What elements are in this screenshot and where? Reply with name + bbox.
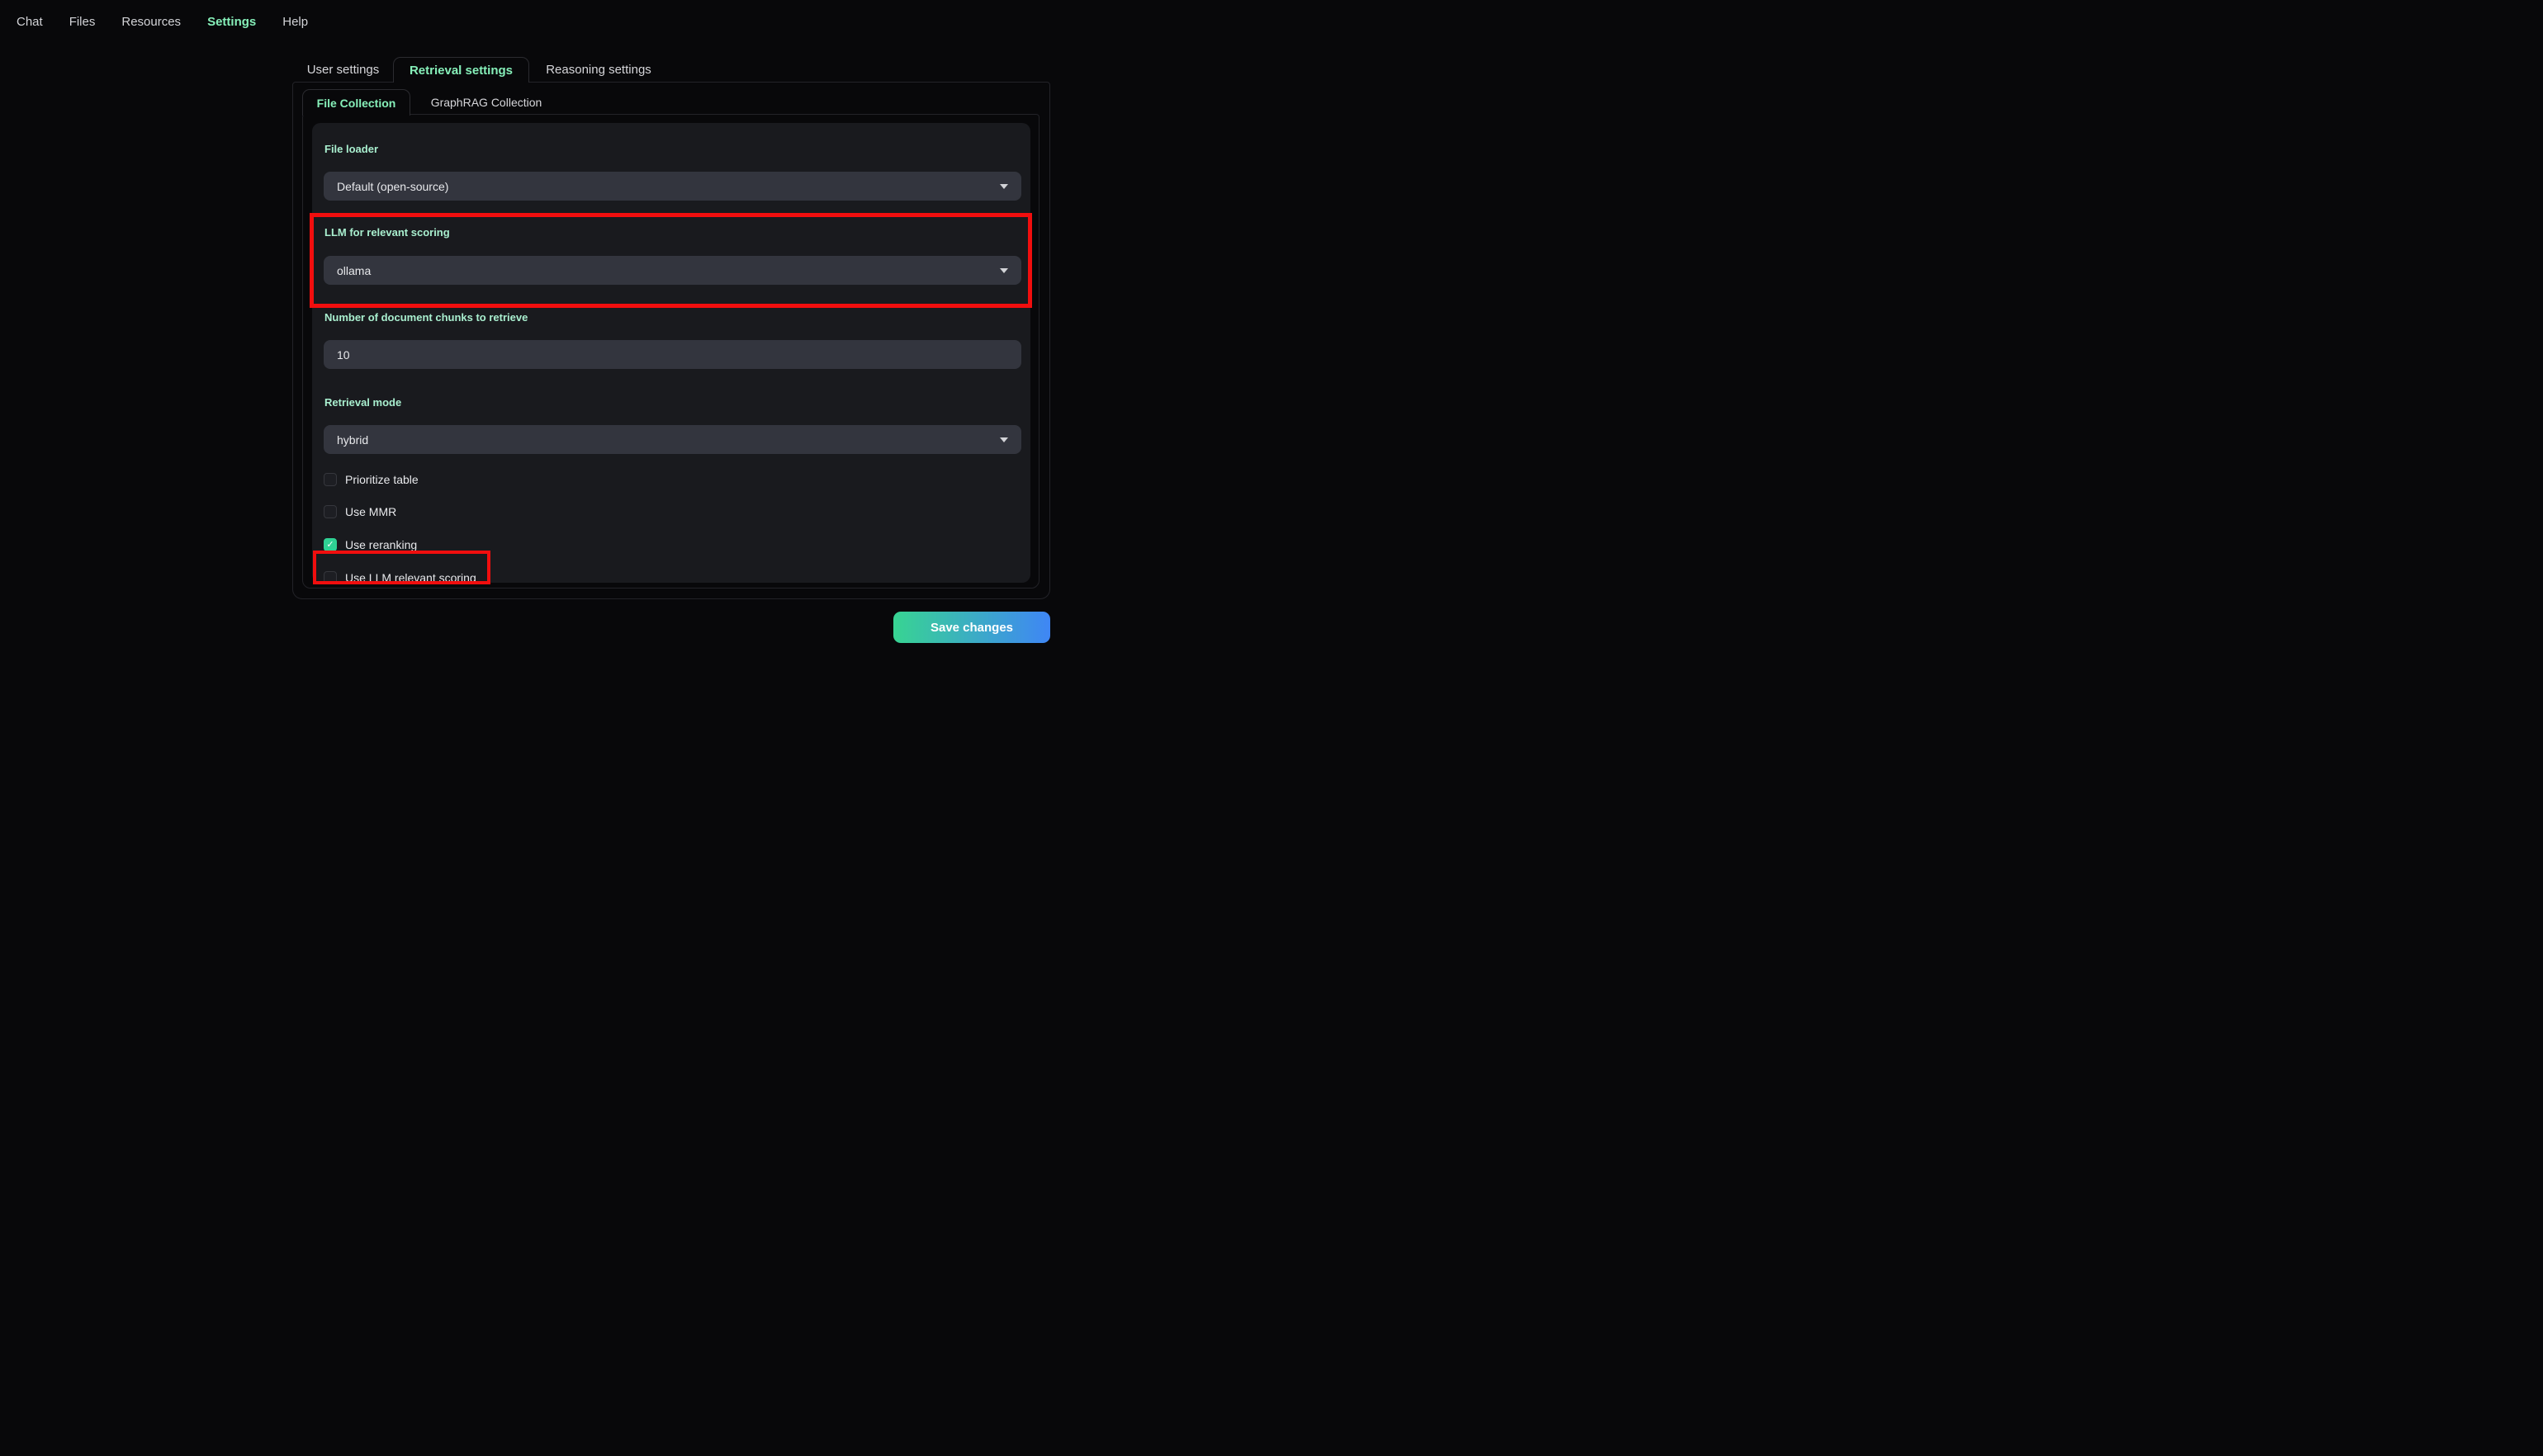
top-nav: Chat Files Resources Settings Help xyxy=(0,0,1272,43)
chevron-down-icon xyxy=(1000,183,1008,189)
retrieval-mode-dropdown[interactable]: hybrid xyxy=(324,425,1021,454)
llm-relevant-scoring-dropdown[interactable]: ollama xyxy=(324,256,1021,285)
checkbox-row-prioritize-table: ✓ Prioritize table xyxy=(324,473,419,486)
tab-reasoning-settings[interactable]: Reasoning settings xyxy=(529,57,668,83)
nav-item-help[interactable]: Help xyxy=(282,15,308,29)
nav-item-settings[interactable]: Settings xyxy=(207,15,256,29)
nav-item-resources[interactable]: Resources xyxy=(121,15,181,29)
use-llm-relevant-scoring-label: Use LLM relevant scoring xyxy=(345,571,476,584)
chevron-down-icon xyxy=(1000,267,1008,273)
tab-retrieval-settings[interactable]: Retrieval settings xyxy=(393,57,529,83)
use-llm-relevant-scoring-checkbox[interactable]: ✓ xyxy=(324,571,337,584)
num-chunks-label: Number of document chunks to retrieve xyxy=(324,311,528,324)
prioritize-table-label: Prioritize table xyxy=(345,473,419,486)
checkbox-row-use-mmr: ✓ Use MMR xyxy=(324,505,396,518)
file-loader-value: Default (open-source) xyxy=(337,179,449,193)
llm-relevant-scoring-label: LLM for relevant scoring xyxy=(324,226,450,239)
use-mmr-label: Use MMR xyxy=(345,505,397,518)
retrieval-mode-value: hybrid xyxy=(337,433,369,447)
check-icon: ✓ xyxy=(326,539,334,550)
num-chunks-input[interactable]: 10 xyxy=(324,340,1021,369)
app-window: Chat Files Resources Settings Help User … xyxy=(0,0,1272,728)
use-mmr-checkbox[interactable]: ✓ xyxy=(324,505,337,518)
llm-relevant-scoring-value: ollama xyxy=(337,263,372,277)
num-chunks-value: 10 xyxy=(337,347,350,362)
tab-user-settings[interactable]: User settings xyxy=(292,57,394,83)
nav-item-chat[interactable]: Chat xyxy=(17,15,43,29)
subtab-file-collection[interactable]: File Collection xyxy=(302,89,410,116)
file-loader-label: File loader xyxy=(324,143,379,155)
checkbox-row-use-llm-relevant-scoring: ✓ Use LLM relevant scoring xyxy=(324,571,476,584)
file-collection-form-panel: File loader Default (open-source) LLM fo… xyxy=(312,123,1030,584)
save-changes-button[interactable]: Save changes xyxy=(893,612,1050,643)
checkbox-row-use-reranking: ✓ Use reranking xyxy=(324,538,417,551)
retrieval-mode-label: Retrieval mode xyxy=(324,396,402,409)
file-loader-dropdown[interactable]: Default (open-source) xyxy=(324,172,1021,201)
chevron-down-icon xyxy=(1000,437,1008,442)
use-reranking-checkbox[interactable]: ✓ xyxy=(324,538,337,551)
nav-item-files[interactable]: Files xyxy=(69,15,96,29)
use-reranking-label: Use reranking xyxy=(345,538,418,551)
prioritize-table-checkbox[interactable]: ✓ xyxy=(324,473,337,486)
